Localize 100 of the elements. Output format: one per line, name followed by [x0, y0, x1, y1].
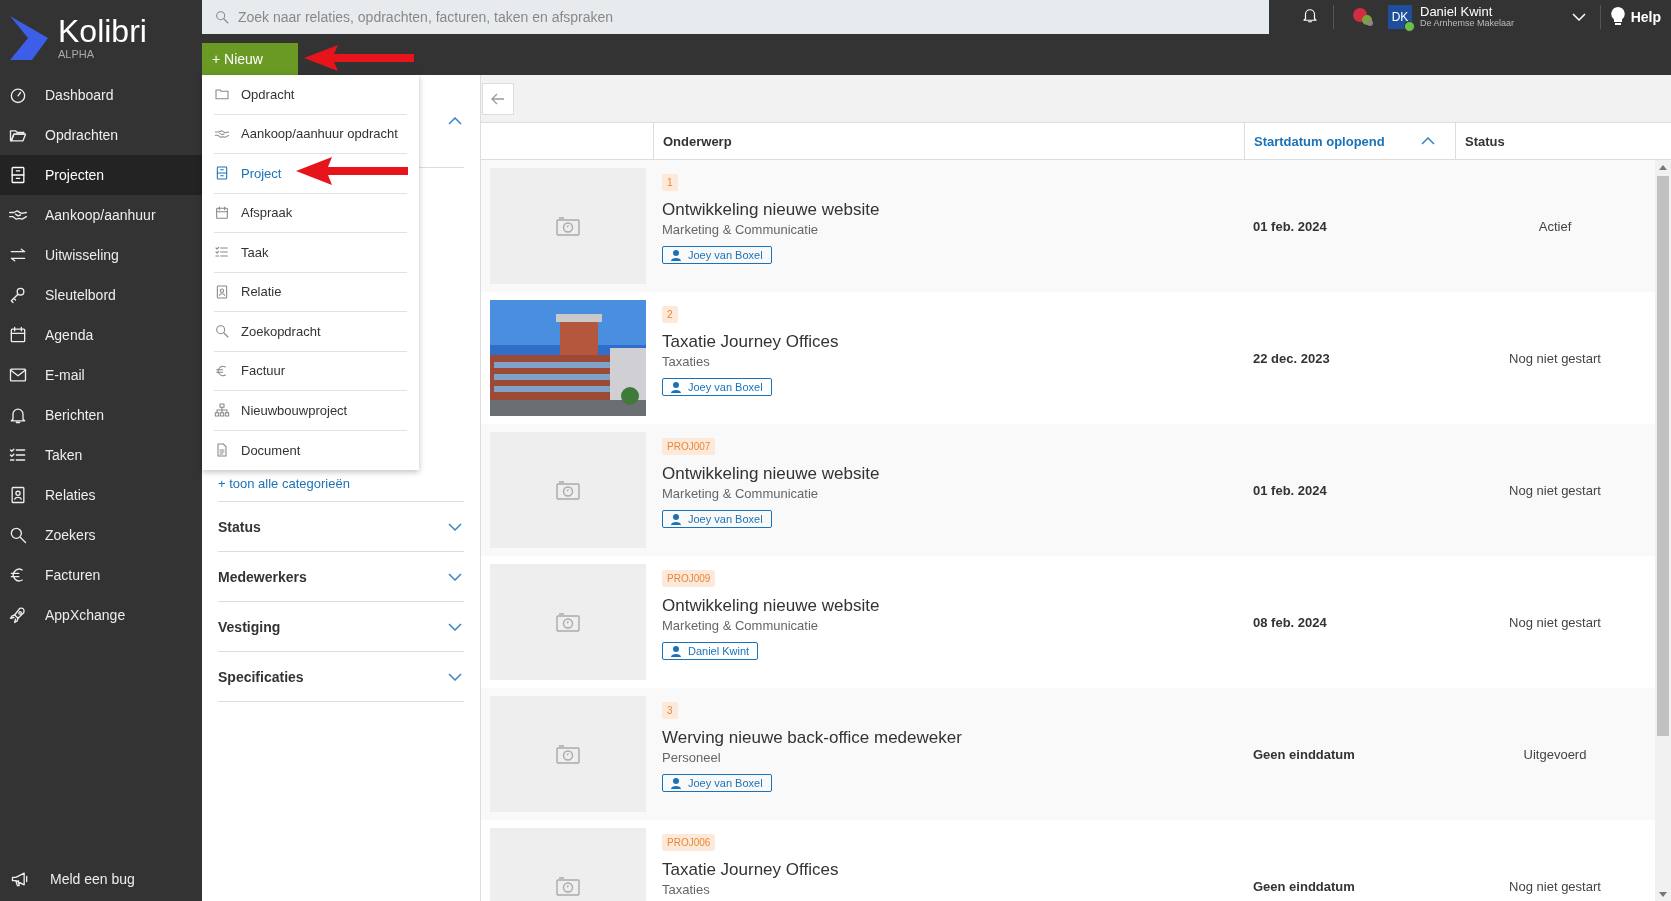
back-button[interactable] — [482, 82, 514, 115]
rocket-icon — [8, 605, 28, 625]
project-code: PROJ009 — [662, 570, 716, 587]
start-date: 01 feb. 2024 — [1253, 218, 1327, 234]
sidebar-item[interactable]: Agenda — [0, 315, 202, 355]
project-category: Marketing & Communicatie — [662, 618, 819, 633]
sidebar-item[interactable]: Uitwisseling — [0, 235, 202, 275]
contact-card-icon — [214, 283, 230, 300]
sidebar-item[interactable]: Relaties — [0, 475, 202, 515]
show-all-link[interactable]: + toon alle categorieën — [218, 474, 464, 501]
project-category: Taxaties — [662, 354, 710, 369]
person-icon — [671, 249, 681, 261]
project-status: Nog niet gestart — [1509, 350, 1601, 366]
start-date: 01 feb. 2024 — [1253, 482, 1327, 498]
project-code: PROJ006 — [662, 834, 716, 851]
search-icon — [8, 525, 28, 545]
chevron-up-icon[interactable] — [448, 117, 462, 125]
project-title[interactable]: Ontwikkeling nieuwe website — [662, 464, 880, 484]
scrollbar[interactable] — [1655, 160, 1671, 901]
project-title[interactable]: Taxatie Journey Offices — [662, 332, 839, 352]
sidebar-item[interactable]: Projecten — [0, 155, 202, 195]
sidebar-item[interactable]: Aankoop/aanhuur — [0, 195, 202, 235]
sidebar-item[interactable]: Dashboard — [0, 75, 202, 115]
help-link[interactable]: Help — [1630, 9, 1661, 25]
calendar-icon — [8, 325, 28, 345]
document-icon — [214, 442, 230, 459]
chevron-up-icon[interactable] — [1421, 137, 1435, 145]
person-icon — [671, 645, 681, 657]
sidebar-item[interactable]: Opdrachten — [0, 115, 202, 155]
project-title[interactable]: Taxatie Journey Offices — [662, 860, 839, 880]
project-title[interactable]: Ontwikkeling nieuwe website — [662, 200, 880, 220]
project-status: Nog niet gestart — [1509, 614, 1601, 630]
user-avatar[interactable]: DK — [1388, 5, 1412, 29]
sidebar-item[interactable]: Sleutelbord — [0, 275, 202, 315]
lightbulb-icon[interactable] — [1610, 7, 1625, 27]
assignee-tag[interactable]: Joey van Boxel — [662, 246, 772, 264]
person-icon — [671, 777, 681, 789]
project-status: Nog niet gestart — [1509, 878, 1601, 894]
menu-item[interactable]: Relatie — [214, 272, 407, 312]
camera-icon — [556, 612, 580, 632]
column-header[interactable]: Onderwerp — [653, 123, 1244, 159]
cabinet-icon — [214, 165, 230, 182]
filter-section-label[interactable]: Specificaties — [218, 668, 304, 685]
menu-item[interactable]: Taak — [214, 233, 407, 273]
column-header[interactable]: Startdatum oplopend — [1244, 123, 1455, 159]
start-date: 22 dec. 2023 — [1253, 350, 1330, 366]
camera-icon — [556, 876, 580, 896]
sidebar-item[interactable]: Taken — [0, 435, 202, 475]
project-status: Actief — [1538, 218, 1572, 234]
menu-item[interactable]: Document — [214, 430, 407, 470]
sidebar-item[interactable]: AppXchange — [0, 595, 202, 635]
assignee-tag[interactable]: Joey van Boxel — [662, 774, 772, 792]
menu-item[interactable]: Zoekopdracht — [214, 312, 407, 352]
app-name: Kolibri — [58, 15, 147, 47]
person-icon — [671, 381, 681, 393]
project-category: Personeel — [662, 750, 721, 765]
calendar-icon — [214, 204, 230, 221]
filter-section-label[interactable]: Vestiging — [218, 618, 281, 635]
project-code: 2 — [662, 306, 678, 323]
camera-icon — [556, 216, 580, 236]
start-date: Geen einddatum — [1253, 746, 1355, 762]
sidebar-item[interactable]: Zoekers — [0, 515, 202, 555]
sidebar-item[interactable]: Facturen — [0, 555, 202, 595]
filter-section-label[interactable]: Status — [218, 518, 261, 535]
assignee-tag[interactable]: Daniel Kwint — [662, 642, 759, 660]
logo-icon — [10, 15, 48, 60]
person-icon — [671, 513, 681, 525]
camera-icon — [556, 480, 580, 500]
menu-item[interactable]: Opdracht — [214, 75, 407, 115]
project-category: Marketing & Communicatie — [662, 222, 819, 237]
column-header[interactable]: Status — [1455, 123, 1671, 159]
project-category: Taxaties — [662, 882, 710, 897]
project-status: Uitgevoerd — [1523, 746, 1587, 762]
menu-item[interactable]: Afspraak — [214, 193, 407, 233]
project-category: Marketing & Communicatie — [662, 486, 819, 501]
search-icon — [214, 323, 230, 340]
filter-section-label[interactable]: Medewerkers — [218, 568, 307, 585]
report-bug-link[interactable]: Meld een bug — [0, 857, 202, 901]
assignee-tag[interactable]: Joey van Boxel — [662, 378, 772, 396]
start-date: 08 feb. 2024 — [1253, 614, 1327, 630]
project-title[interactable]: Ontwikkeling nieuwe website — [662, 596, 880, 616]
project-code: 1 — [662, 174, 678, 191]
menu-item[interactable]: Factuur — [214, 351, 407, 391]
project-title[interactable]: Werving nieuwe back-office medeweker — [662, 728, 962, 748]
bell-icon — [1301, 6, 1319, 24]
app-tag: ALPHA — [58, 49, 147, 60]
scroll-up-icon[interactable] — [1659, 164, 1667, 170]
user-name: Daniel Kwint — [1420, 4, 1494, 19]
assignee-tag[interactable]: Joey van Boxel — [662, 510, 772, 528]
project-code: PROJ007 — [662, 438, 716, 455]
back-arrow-icon — [491, 92, 505, 105]
user-company: De Arnhemse Makelaar — [1420, 19, 1515, 30]
status-icon[interactable] — [1352, 7, 1374, 27]
scroll-down-icon[interactable] — [1659, 891, 1667, 897]
project-status: Nog niet gestart — [1509, 482, 1601, 498]
menu-item[interactable]: Nieuwbouwproject — [214, 391, 407, 431]
sidebar-item[interactable]: Berichten — [0, 395, 202, 435]
menu-item[interactable]: Aankoop/aanhuur opdracht — [214, 114, 407, 154]
sidebar-item[interactable]: E-mail — [0, 355, 202, 395]
search-field[interactable]: Zoek naar relaties, opdrachten, facturen, taken en afspraken — [202, 0, 1269, 34]
